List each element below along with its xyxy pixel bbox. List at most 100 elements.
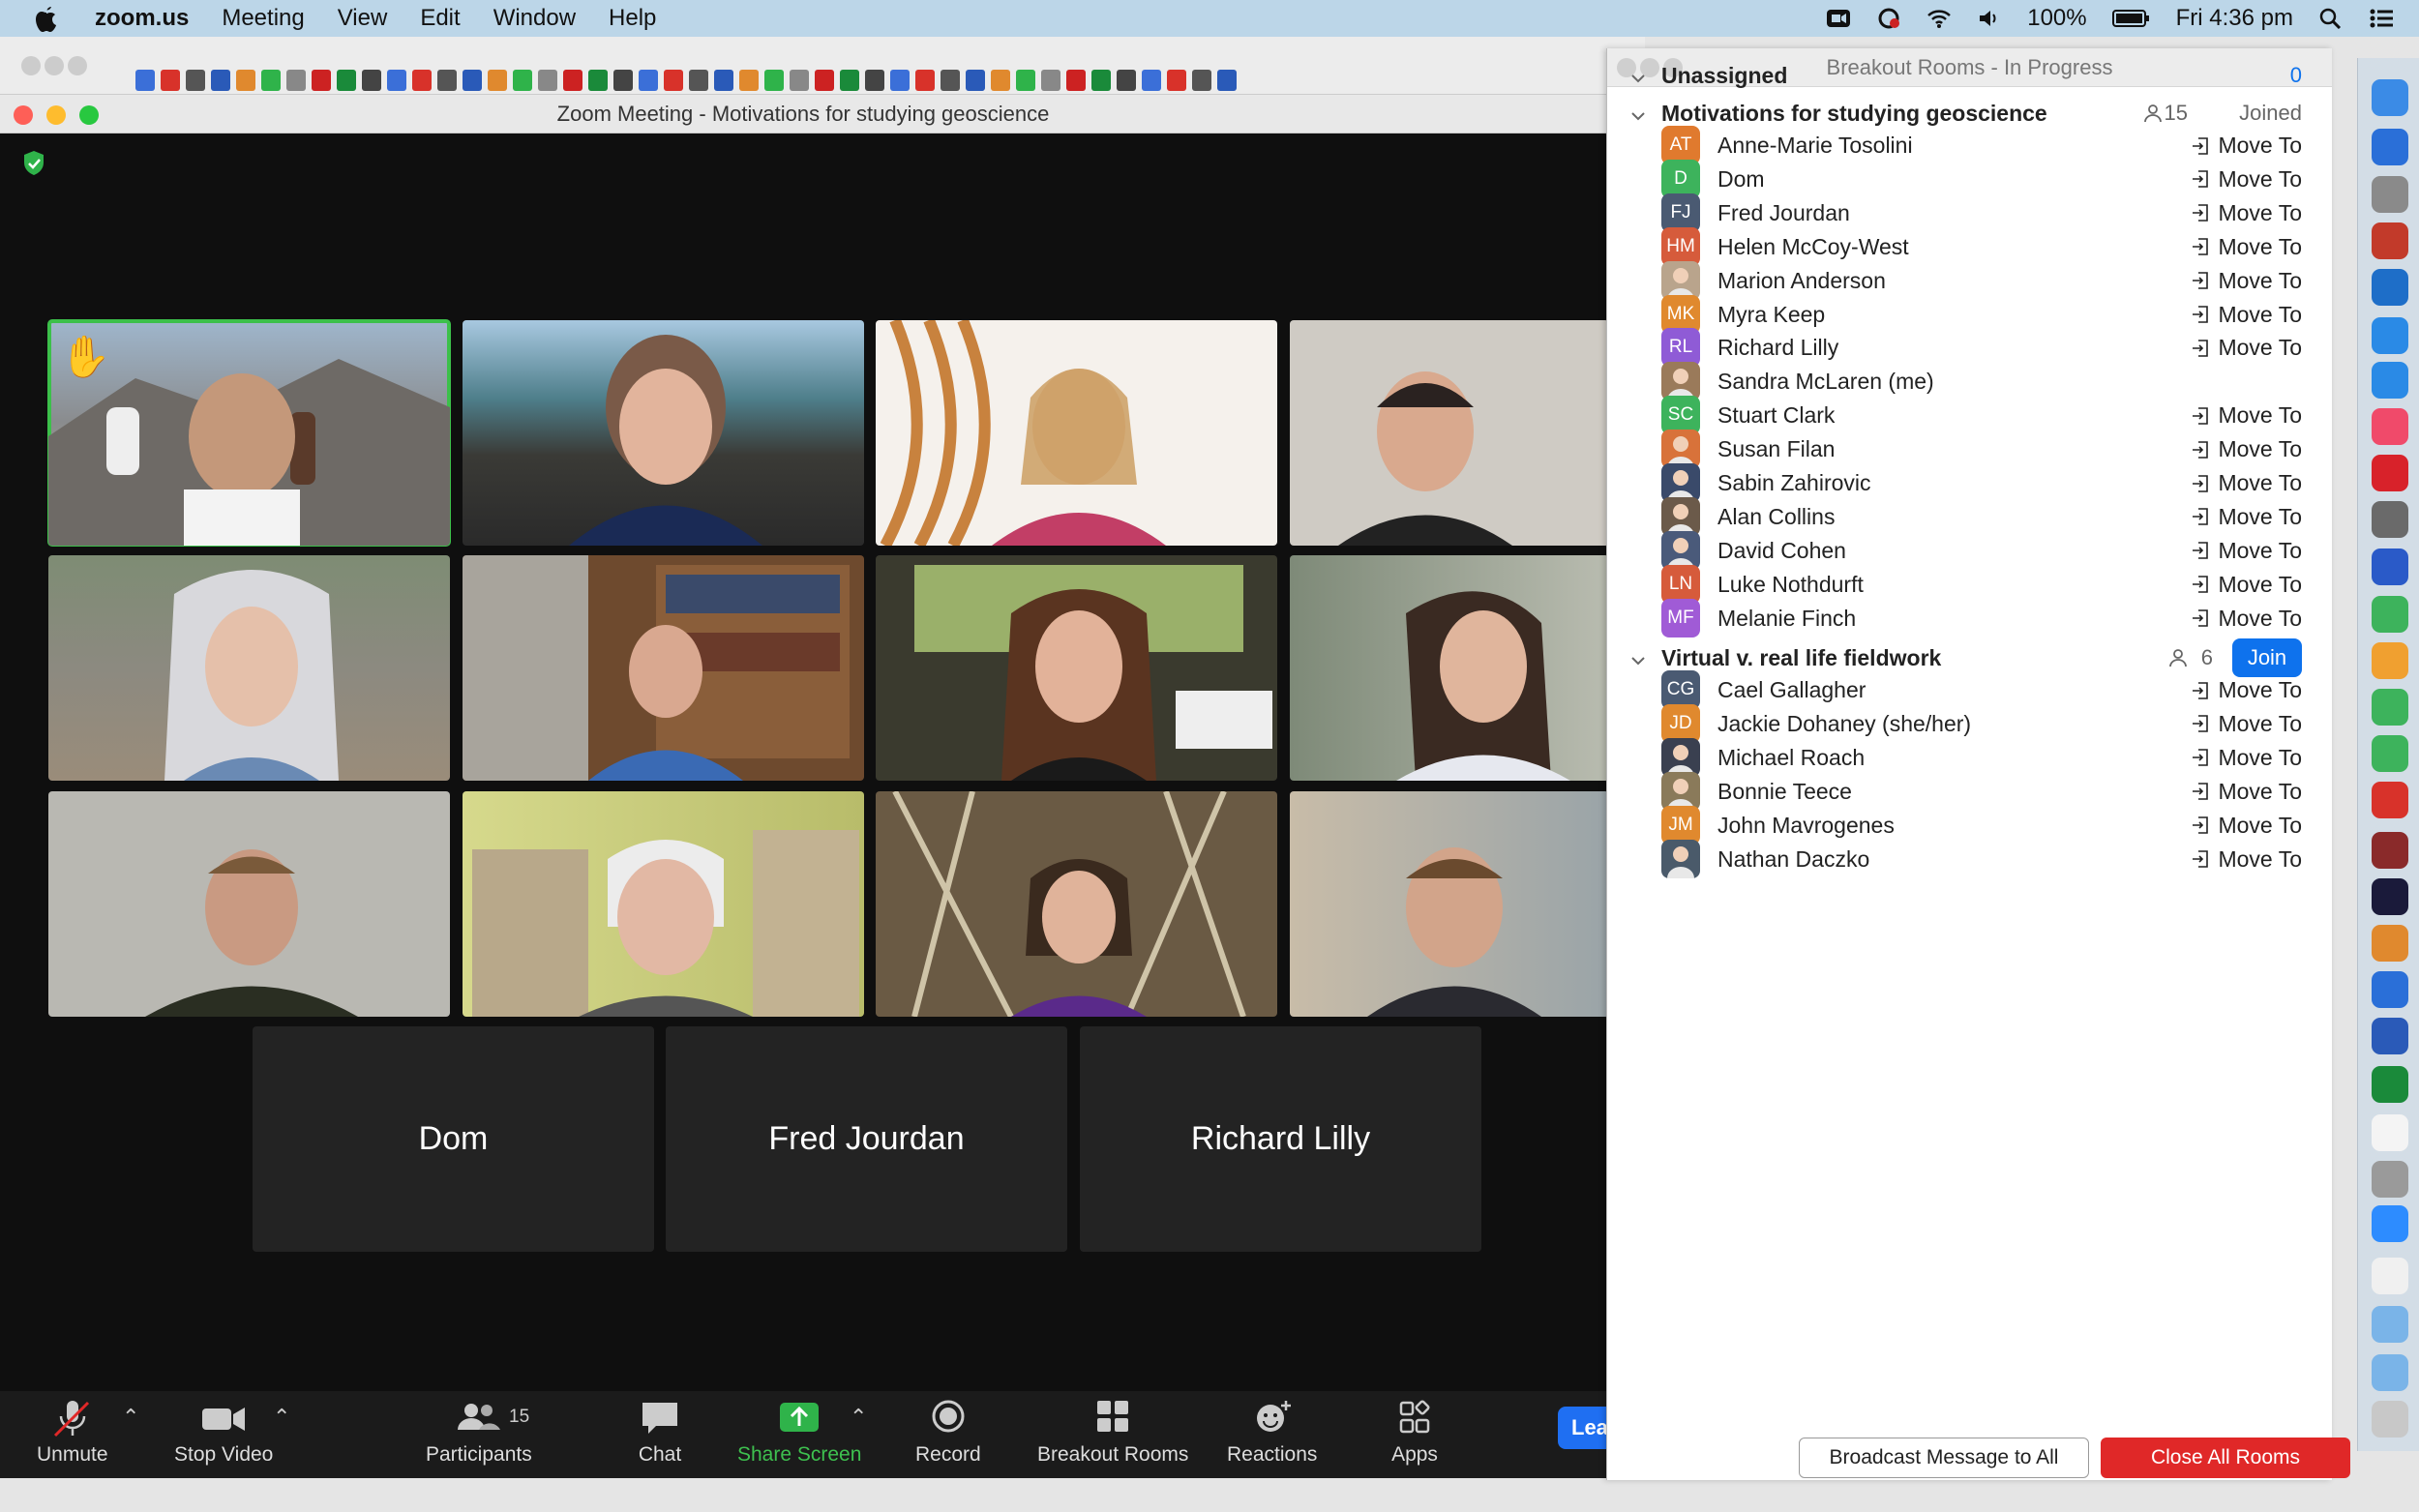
volume-icon[interactable] [1977, 8, 2002, 29]
acrobat-icon[interactable] [2372, 455, 2408, 491]
photo-booth-icon[interactable] [2372, 222, 2408, 259]
bookmark-favicon-icon[interactable] [186, 70, 205, 91]
bookmark-favicon-icon[interactable] [312, 70, 331, 91]
zoom-icon[interactable] [2372, 1205, 2408, 1242]
bookmark-favicon-icon[interactable] [1117, 70, 1136, 91]
encryption-shield-icon[interactable] [21, 149, 46, 178]
name-tile-dom[interactable]: Dom [253, 1026, 654, 1252]
bookmark-favicon-icon[interactable] [1192, 70, 1211, 91]
bookmark-favicon-icon[interactable] [966, 70, 985, 91]
archive-icon[interactable] [2372, 1161, 2408, 1198]
folder-icon[interactable] [2372, 1354, 2408, 1391]
video-tile-participant-4[interactable] [1290, 320, 1606, 546]
bookmark-favicon-icon[interactable] [387, 70, 406, 91]
video-tile-participant-2[interactable] [463, 320, 864, 546]
bookmark-favicon-icon[interactable] [890, 70, 910, 91]
system-preferences-icon[interactable] [2372, 501, 2408, 538]
bookmark-favicon-icon[interactable] [261, 70, 281, 91]
bookmark-favicon-icon[interactable] [639, 70, 658, 91]
stop-video-button[interactable]: Stop Video [174, 1397, 273, 1474]
trash-icon[interactable] [2372, 1401, 2408, 1438]
control-center-icon[interactable] [2369, 8, 2394, 29]
music-icon[interactable] [2372, 408, 2408, 445]
excel-icon[interactable] [2372, 1066, 2408, 1103]
bookmark-favicon-icon[interactable] [563, 70, 582, 91]
chat-button[interactable]: Chat [631, 1397, 689, 1474]
spotlight-search-icon[interactable] [2318, 8, 2344, 30]
close-all-rooms-button[interactable]: Close All Rooms [2101, 1438, 2350, 1478]
launchpad-icon[interactable] [2372, 176, 2408, 213]
unmute-button[interactable]: Unmute [37, 1397, 108, 1474]
bookmark-favicon-icon[interactable] [236, 70, 255, 91]
reactions-button[interactable]: Reactions [1227, 1397, 1317, 1474]
bookmark-favicon-icon[interactable] [613, 70, 633, 91]
calendar-icon[interactable] [2372, 1114, 2408, 1151]
video-tile-participant-10[interactable] [463, 791, 864, 1017]
bookmark-favicon-icon[interactable] [1041, 70, 1060, 91]
menu-window[interactable]: Window [493, 5, 576, 32]
share-options-chevron-icon[interactable]: ⌃ [850, 1405, 867, 1430]
bookmark-favicon-icon[interactable] [211, 70, 230, 91]
maps-icon[interactable] [2372, 596, 2408, 633]
bookmark-favicon-icon[interactable] [664, 70, 683, 91]
broadcast-message-button[interactable]: Broadcast Message to All [1799, 1438, 2089, 1478]
bookmark-favicon-icon[interactable] [991, 70, 1010, 91]
menu-edit[interactable]: Edit [420, 5, 460, 32]
creative-cloud-icon[interactable] [1876, 8, 1901, 29]
leave-button[interactable]: Lea [1558, 1407, 1606, 1449]
window-zoom-icon[interactable] [79, 105, 99, 125]
bookmark-favicon-icon[interactable] [865, 70, 884, 91]
word-icon[interactable] [2372, 1018, 2408, 1054]
bookmark-favicon-icon[interactable] [513, 70, 532, 91]
bookmark-favicon-icon[interactable] [1142, 70, 1161, 91]
record-button[interactable]: Record [915, 1397, 981, 1474]
bookmark-favicon-icon[interactable] [412, 70, 432, 91]
menu-view[interactable]: View [338, 5, 388, 32]
menu-help[interactable]: Help [609, 5, 656, 32]
bookmark-favicon-icon[interactable] [840, 70, 859, 91]
window-close-icon[interactable] [14, 105, 33, 125]
bookmark-favicon-icon[interactable] [538, 70, 557, 91]
video-options-chevron-icon[interactable]: ⌃ [273, 1405, 290, 1430]
acrobat-reader-icon[interactable] [2372, 782, 2408, 818]
video-tile-participant-11[interactable] [876, 791, 1277, 1017]
bookmark-favicon-icon[interactable] [815, 70, 834, 91]
name-tile-richard-lilly[interactable]: Richard Lilly [1080, 1026, 1481, 1252]
bookmark-favicon-icon[interactable] [463, 70, 482, 91]
safari-icon[interactable] [2372, 362, 2408, 399]
home-icon[interactable] [2372, 1258, 2408, 1294]
zoom-calendar-icon[interactable] [2372, 548, 2408, 585]
zoom-status-icon[interactable] [1826, 8, 1851, 29]
bookmark-favicon-icon[interactable] [790, 70, 809, 91]
bookmark-favicon-icon[interactable] [135, 70, 155, 91]
window-minimize-icon[interactable] [46, 105, 66, 125]
video-tile-participant-5[interactable] [48, 555, 450, 781]
chevron-down-icon[interactable] [1630, 104, 1646, 121]
bookmark-favicon-icon[interactable] [739, 70, 759, 91]
bookmark-favicon-icon[interactable] [488, 70, 507, 91]
menu-meeting[interactable]: Meeting [222, 5, 304, 32]
move-to-button[interactable]: Move To [2191, 606, 2302, 632]
chevron-down-icon[interactable] [1630, 648, 1646, 666]
quicktime-icon[interactable] [2372, 878, 2408, 915]
app-store-icon[interactable] [2372, 317, 2408, 354]
bookmark-favicon-icon[interactable] [362, 70, 381, 91]
bookmark-favicon-icon[interactable] [714, 70, 733, 91]
battery-icon[interactable] [2111, 8, 2151, 29]
video-tile-anne-marie[interactable]: ✋ [47, 319, 451, 547]
info-icon[interactable] [2372, 129, 2408, 165]
video-tile-participant-12[interactable] [1290, 791, 1606, 1017]
bookmark-favicon-icon[interactable] [1016, 70, 1035, 91]
bookmark-favicon-icon[interactable] [337, 70, 356, 91]
bookmark-favicon-icon[interactable] [941, 70, 960, 91]
dictionary-icon[interactable] [2372, 832, 2408, 869]
bookmark-favicon-icon[interactable] [915, 70, 935, 91]
finder-icon[interactable] [2372, 79, 2408, 116]
video-tile-participant-3[interactable] [876, 320, 1277, 546]
downloads-folder-icon[interactable] [2372, 1306, 2408, 1343]
photos-icon[interactable] [2372, 642, 2408, 679]
wifi-icon[interactable] [1926, 8, 1952, 29]
outlook-icon[interactable] [2372, 269, 2408, 306]
video-tile-participant-8[interactable] [1290, 555, 1606, 781]
bookmark-favicon-icon[interactable] [588, 70, 608, 91]
